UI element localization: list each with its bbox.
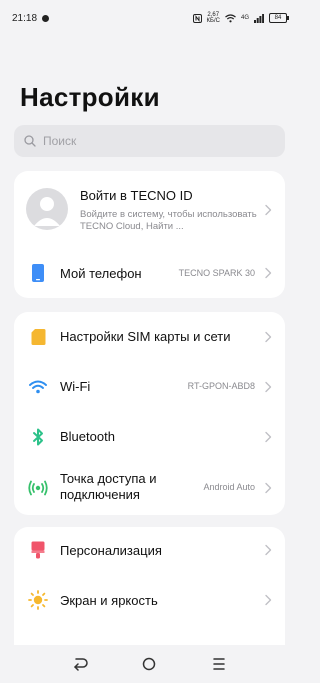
display-brightness-row[interactable]: Экран и яркость bbox=[14, 577, 285, 623]
hotspot-value: Android Auto bbox=[203, 482, 255, 492]
chevron-right-icon bbox=[265, 204, 272, 216]
home-button[interactable] bbox=[137, 652, 161, 676]
display-card: Персонализация Экран и яркость bbox=[14, 527, 285, 645]
back-button[interactable] bbox=[68, 652, 92, 676]
signal-icon bbox=[254, 13, 264, 23]
search-icon bbox=[24, 135, 36, 147]
wifi-status-icon bbox=[225, 13, 236, 22]
avatar-person-icon bbox=[34, 197, 60, 226]
account-title: Войти в TECNO ID bbox=[80, 188, 193, 203]
bluetooth-row[interactable]: Bluetooth bbox=[14, 412, 285, 462]
recents-button[interactable] bbox=[207, 652, 231, 676]
network-speed-unit: КБ/С bbox=[206, 18, 220, 24]
chevron-right-icon bbox=[265, 544, 272, 556]
wifi-icon bbox=[28, 377, 48, 397]
account-subtitle: Войдите в систему, чтобы использовать TE… bbox=[80, 209, 257, 232]
display-brightness-label: Экран и яркость bbox=[60, 593, 158, 608]
chevron-right-icon bbox=[265, 267, 272, 279]
sim-card-icon bbox=[28, 327, 48, 347]
hotspot-row[interactable]: Точка доступа и подключения Android Auto bbox=[14, 462, 285, 514]
battery-icon: 84 bbox=[269, 13, 289, 23]
search-input[interactable] bbox=[43, 134, 243, 148]
my-phone-label: Мой телефон bbox=[60, 266, 142, 281]
wifi-row[interactable]: Wi-Fi RT-GPON-ABD8 bbox=[14, 362, 285, 412]
chevron-right-icon bbox=[265, 331, 272, 343]
bluetooth-icon bbox=[28, 427, 48, 447]
hotspot-label: Точка доступа и подключения bbox=[60, 471, 157, 502]
personalization-icon bbox=[28, 540, 48, 560]
sim-settings-label: Настройки SIM карты и сети bbox=[60, 329, 231, 344]
network-speed: 2,67 КБ/С bbox=[207, 12, 220, 24]
chevron-right-icon bbox=[265, 431, 272, 443]
wifi-value: RT-GPON-ABD8 bbox=[187, 381, 255, 391]
connectivity-card: Настройки SIM карты и сети Wi-Fi RT-GPON… bbox=[14, 312, 285, 515]
hotspot-icon bbox=[28, 478, 48, 498]
notification-dot-icon bbox=[42, 14, 50, 22]
navigation-bar bbox=[0, 645, 299, 683]
nfc-icon bbox=[192, 13, 202, 23]
wifi-label: Wi-Fi bbox=[60, 379, 91, 394]
back-arrow-icon bbox=[74, 658, 88, 671]
status-bar: 21:18 2,67 КБ/С 4G 84 bbox=[0, 0, 299, 36]
tecno-id-row[interactable]: Войти в TECNO ID Войдите в систему, чтоб… bbox=[14, 171, 285, 249]
my-phone-value: TECNO SPARK 30 bbox=[178, 268, 255, 278]
status-right: 2,67 КБ/С 4G 84 bbox=[192, 12, 289, 24]
account-card: Войти в TECNO ID Войдите в систему, чтоб… bbox=[14, 171, 285, 298]
chevron-right-icon bbox=[265, 381, 272, 393]
search-bar[interactable] bbox=[14, 125, 285, 157]
network-type-label: 4G bbox=[240, 15, 249, 21]
personalization-label: Персонализация bbox=[60, 543, 162, 558]
status-time: 21:18 bbox=[12, 12, 38, 24]
phone-icon bbox=[28, 263, 48, 283]
menu-lines-icon bbox=[213, 658, 225, 670]
my-phone-row[interactable]: Мой телефон TECNO SPARK 30 bbox=[14, 249, 285, 297]
sim-settings-row[interactable]: Настройки SIM карты и сети bbox=[14, 312, 285, 362]
chevron-right-icon bbox=[265, 594, 272, 606]
personalization-row[interactable]: Персонализация bbox=[14, 527, 285, 573]
bluetooth-label: Bluetooth bbox=[60, 429, 115, 444]
page-title: Настройки bbox=[20, 82, 160, 112]
brightness-icon bbox=[28, 590, 48, 610]
chevron-right-icon bbox=[265, 482, 272, 494]
avatar bbox=[26, 188, 68, 230]
status-left: 21:18 bbox=[12, 12, 50, 24]
home-circle-icon bbox=[143, 657, 156, 671]
